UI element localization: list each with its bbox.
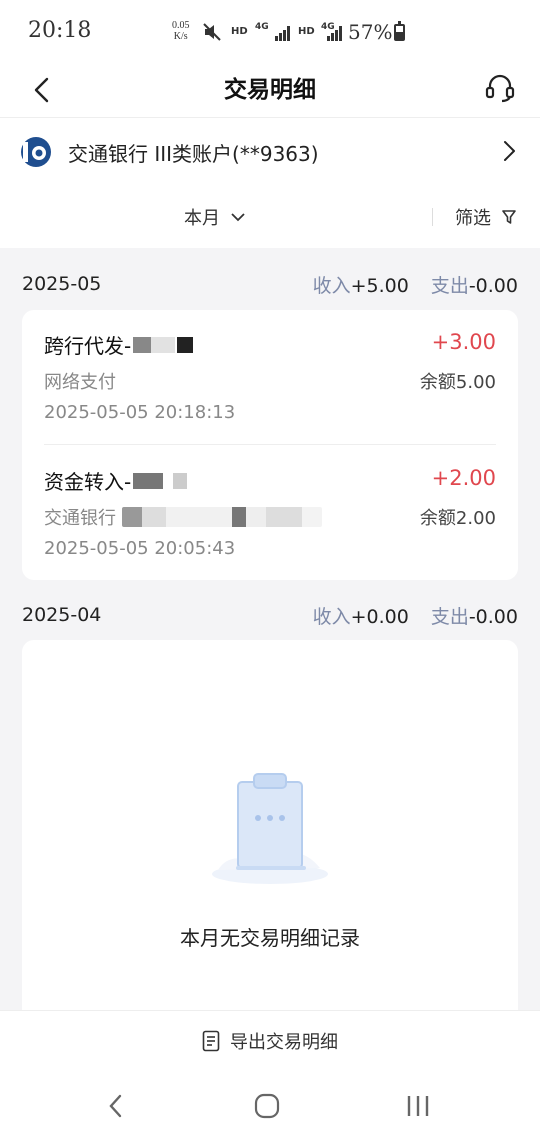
transaction-row[interactable]: 跨行代发- +3.00 网络支付 余额5.00 2025-05-05 20:18…: [44, 310, 496, 444]
transaction-time: 2025-05-05 20:05:43: [44, 538, 236, 559]
transaction-card: 跨行代发- +3.00 网络支付 余额5.00 2025-05-05 20:18…: [22, 310, 518, 580]
export-button[interactable]: 导出交易明细: [0, 1010, 540, 1070]
transaction-amount: +2.00: [431, 466, 496, 490]
system-recents-button[interactable]: [398, 1086, 438, 1126]
month-summary: 收入+5.00 支出-0.00: [313, 271, 518, 298]
transaction-channel: 交通银行: [44, 504, 322, 530]
empty-state-card: 本月无交易明细记录: [22, 640, 518, 1020]
expense-value: -0.00: [468, 605, 518, 628]
expense-value: -0.00: [468, 274, 518, 297]
network-speed-value: 0.05: [172, 20, 190, 31]
battery-percent: 57%: [348, 20, 393, 44]
home-icon: [254, 1093, 280, 1119]
income-label: 收入: [312, 605, 351, 628]
status-bar: 20:18 0.05 K/s HD 4G HD 4G 57%: [0, 0, 540, 62]
mute-icon: [203, 23, 221, 41]
back-arrow-icon: [109, 1094, 122, 1118]
export-label: 导出交易明细: [230, 1031, 338, 1053]
filter-divider: [432, 208, 433, 226]
period-label: 本月: [184, 208, 220, 229]
divider: [44, 444, 496, 445]
headset-icon: [485, 74, 515, 103]
transaction-title: 资金转入-: [44, 466, 188, 495]
month-header: 2025-05 收入+5.00 支出-0.00: [0, 264, 540, 304]
document-icon: [202, 1030, 220, 1051]
customer-service-button[interactable]: [480, 68, 520, 108]
account-name: 交通银行 III类账户(**9363): [68, 142, 319, 166]
signal-icon-1: [275, 26, 290, 41]
month-header: 2025-04 收入+0.00 支出-0.00: [0, 595, 540, 635]
page-title: 交易明细: [224, 77, 316, 103]
chevron-down-icon: [231, 213, 245, 222]
transaction-time: 2025-05-05 20:18:13: [44, 402, 236, 423]
filter-bar: 本月 筛选: [0, 186, 540, 248]
bank-logo-icon: [21, 137, 51, 167]
transaction-channel: 网络支付: [44, 372, 116, 393]
transaction-title-text: 跨行代发-: [44, 334, 132, 358]
redacted-mark: [133, 336, 152, 353]
redacted-mark: [173, 472, 188, 489]
filter-button[interactable]: 筛选: [455, 204, 517, 230]
income-value: +5.00: [350, 274, 409, 297]
month-label: 2025-05: [22, 273, 102, 295]
battery-icon: [394, 21, 405, 41]
status-time: 20:18: [28, 18, 92, 43]
transaction-balance: 余额5.00: [419, 372, 496, 393]
transaction-row[interactable]: 资金转入- +2.00 交通银行 余额2.00 2025-05-05 20:05…: [44, 446, 496, 580]
redacted-mark: [122, 507, 322, 527]
clipboard-icon: [212, 773, 328, 884]
period-dropdown[interactable]: 本月: [184, 204, 246, 230]
system-nav-bar: [0, 1070, 540, 1140]
filter-label: 筛选: [455, 208, 491, 229]
transaction-title-text: 资金转入-: [44, 470, 132, 494]
network-speed-unit: K/s: [173, 31, 188, 42]
chevron-right-icon: [504, 141, 515, 161]
redacted-mark: [151, 336, 176, 353]
recents-icon: [407, 1096, 429, 1116]
month-label: 2025-04: [22, 604, 102, 626]
transaction-amount: +3.00: [431, 330, 496, 354]
redacted-mark: [133, 472, 164, 489]
transaction-title: 跨行代发-: [44, 330, 194, 359]
network-speed: 0.05 K/s: [172, 20, 190, 42]
income-value: +0.00: [350, 605, 409, 628]
account-selector[interactable]: 交通银行 III类账户(**9363): [0, 118, 540, 186]
transaction-balance: 余额2.00: [419, 508, 496, 529]
system-home-button[interactable]: [247, 1086, 287, 1126]
hd-label-1: HD: [231, 26, 248, 37]
signal-icon-2: [327, 26, 342, 41]
system-back-button[interactable]: [96, 1086, 136, 1126]
expense-label: 支出: [430, 274, 469, 297]
empty-state-text: 本月无交易明细记录: [180, 926, 360, 950]
nav-header: 交易明细: [0, 62, 540, 118]
income-label: 收入: [312, 274, 351, 297]
network-type-1: 4G: [255, 22, 269, 32]
redacted-mark: [177, 336, 194, 353]
hd-label-2: HD: [298, 26, 315, 37]
funnel-icon: [502, 210, 516, 224]
transaction-channel-text: 交通银行: [44, 508, 116, 529]
expense-label: 支出: [430, 605, 469, 628]
month-summary: 收入+0.00 支出-0.00: [313, 602, 518, 629]
